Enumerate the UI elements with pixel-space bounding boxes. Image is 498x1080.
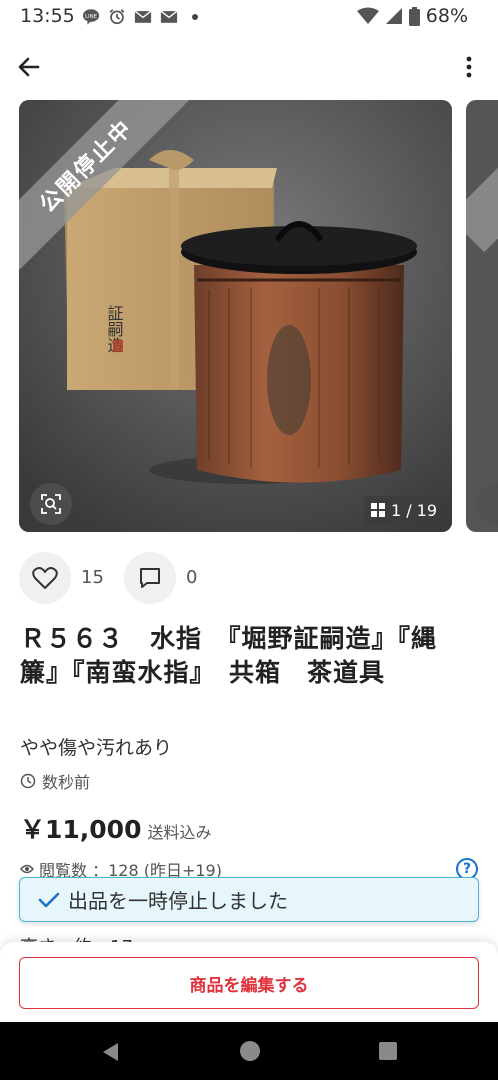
arrow-left-icon (18, 57, 40, 77)
battery-icon (408, 6, 420, 26)
back-button[interactable] (14, 52, 44, 82)
price: ￥11,000 (20, 815, 142, 844)
nav-home-icon[interactable] (240, 1041, 260, 1061)
mail-icon (134, 10, 152, 23)
image-search-button-next[interactable] (476, 483, 498, 525)
image-counter: 1 / 19 (364, 496, 444, 524)
posted-time: 数秒前 (20, 769, 90, 793)
mail-icon (160, 10, 178, 23)
eye-icon (20, 864, 34, 874)
more-options-button[interactable] (456, 52, 482, 82)
status-ribbon-next (466, 117, 498, 253)
reactions-bar: 15 0 (0, 552, 498, 604)
app-header (0, 44, 498, 90)
signal-icon (385, 8, 402, 24)
image-gallery[interactable]: 証嗣造 公開停止中 1 / 19 (0, 100, 498, 532)
product-photo[interactable]: 証嗣造 公開停止中 1 / 19 (19, 100, 452, 532)
line-icon: LINE (82, 9, 100, 25)
price-row: ￥11,000 送料込み (20, 810, 212, 846)
toast-notification: 出品を一時停止しました (19, 877, 479, 922)
status-ribbon: 公開停止中 (19, 100, 190, 270)
item-condition: やや傷や汚れあり (20, 737, 173, 759)
grid-icon (370, 503, 385, 517)
like-count: 15 (81, 567, 104, 588)
next-photo-preview[interactable] (466, 100, 498, 532)
like-button[interactable] (19, 552, 71, 604)
shipping-label: 送料込み (147, 823, 212, 842)
alarm-icon (109, 9, 125, 25)
wifi-icon (356, 7, 379, 24)
check-icon (38, 892, 60, 907)
status-time: 13:55 (20, 5, 75, 27)
image-search-icon (41, 494, 61, 514)
toast-message: 出品を一時停止しました (68, 889, 288, 913)
more-vertical-icon (466, 56, 472, 78)
svg-text:LINE: LINE (85, 14, 98, 20)
comment-icon (140, 568, 160, 588)
status-bar: 13:55 LINE 68% (0, 0, 498, 34)
comment-count: 0 (186, 567, 198, 588)
image-search-button[interactable] (30, 483, 72, 525)
item-title: Ｒ５６３ 水指 『堀野証嗣造』『縄簾』『南蛮水指』 共箱 茶道具 (20, 624, 438, 687)
clock-icon (20, 773, 36, 789)
nav-recents-icon[interactable] (379, 1042, 397, 1060)
system-nav-bar (0, 1022, 498, 1080)
posted-time-text: 数秒前 (42, 773, 91, 792)
heart-icon (32, 567, 58, 589)
battery-percent: 68% (425, 5, 468, 27)
image-counter-text: 1 / 19 (390, 500, 438, 520)
bottom-action-bar: 商品を編集する (0, 942, 498, 1022)
edit-item-button[interactable]: 商品を編集する (19, 957, 479, 1009)
comment-button[interactable] (124, 552, 176, 604)
dot-icon (192, 13, 198, 20)
nav-back-icon[interactable] (101, 1042, 119, 1062)
